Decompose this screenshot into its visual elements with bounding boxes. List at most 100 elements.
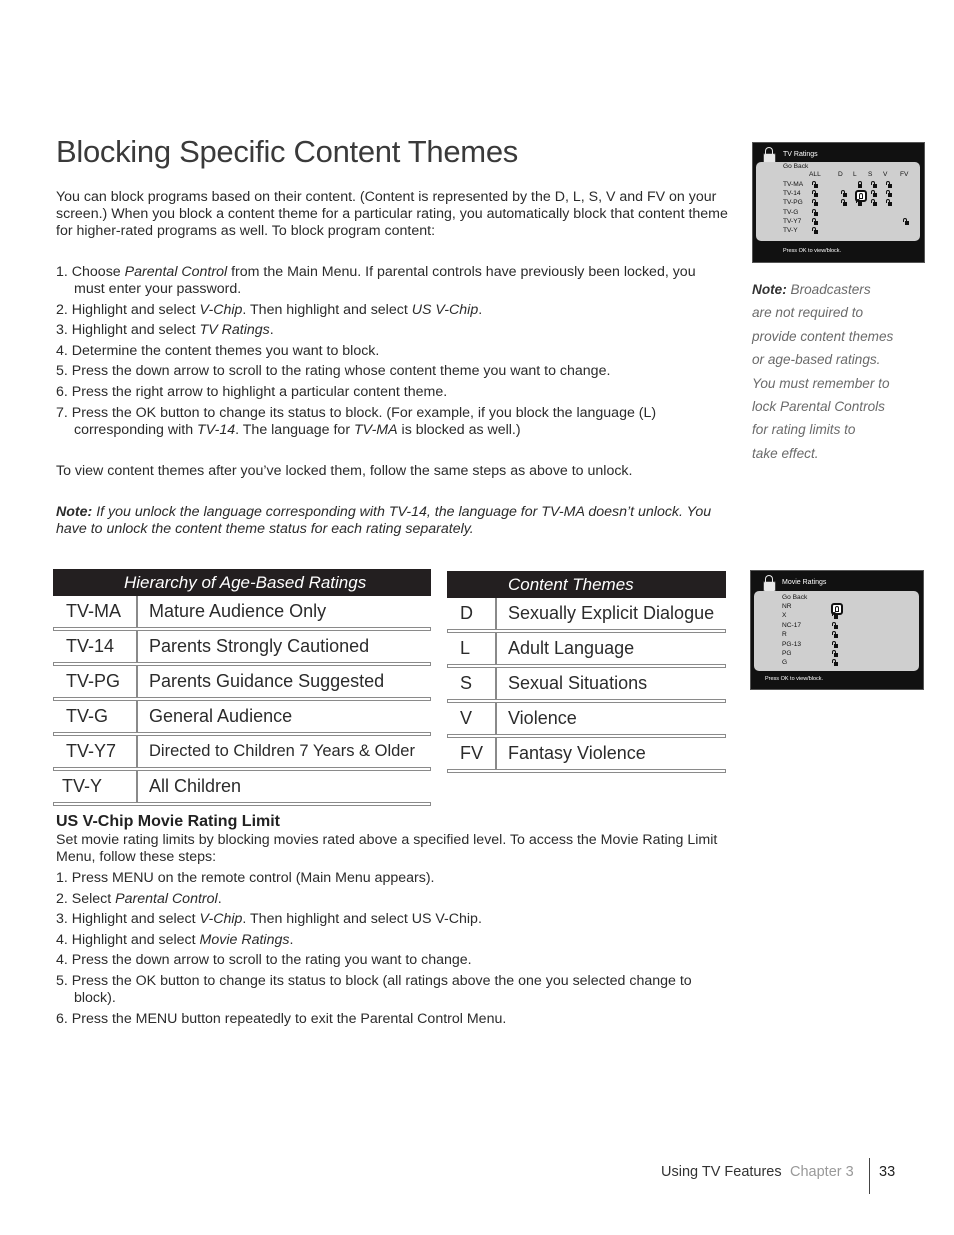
column-divider [136, 666, 138, 697]
footer-chapter: Chapter 3 [790, 1164, 854, 1180]
movie-ratings-screenshot: Movie Ratings Go Back NR X NC-17 R PG-13 PG G … [750, 570, 924, 690]
step-text: . [269, 322, 274, 339]
column-divider [136, 631, 138, 662]
movie-intro: Set movie rating limits by blocking movi… [56, 832, 718, 865]
rating-description: Parents Strongly Cautioned [149, 636, 370, 656]
side-note: Note: Broadcasters are not required to pro… [752, 278, 922, 465]
column-divider [495, 668, 497, 699]
rating-label: TV-MA [783, 181, 804, 188]
step-text: Parental Control [115, 890, 218, 907]
unlocked-lock-icon [841, 190, 847, 198]
rating-label: TV-Y [783, 227, 798, 234]
table-row: TV-Y7 Directed to Children 7 Years & Olde… [53, 736, 431, 767]
footer-divider [869, 1158, 870, 1194]
side-note-text: for rating limits to [752, 422, 856, 438]
rating-label: NR [782, 603, 792, 610]
table-row: TV-PG Parents Guidance Suggested [53, 666, 431, 697]
step-text: 4. Highlight and select [56, 931, 200, 948]
screen-title: Movie Ratings [782, 579, 827, 586]
unlocked-lock-icon [886, 199, 892, 207]
step-text: . Then highlight and select US V-Chip. [242, 911, 482, 928]
rating-code: TV-Y [62, 776, 103, 796]
note-text: If you unlock the language corresponding… [56, 504, 712, 537]
step-text: US V-Chip [411, 301, 479, 318]
rating-code: TV-14 [66, 636, 115, 656]
rating-label: X [782, 612, 787, 620]
step-text: TV Ratings [199, 322, 270, 339]
step-text: 6. Press the right arrow to highlight a … [56, 383, 448, 400]
content-themes-table: Content Themes D Sexually Explicit Dialog… [447, 571, 726, 773]
side-note-text: Broadcasters [786, 282, 871, 297]
step-text: 5. Press the down arrow to scroll to the… [56, 363, 611, 380]
side-note-text: or age-based ratings. [752, 352, 881, 368]
rating-label: G [782, 659, 788, 667]
side-note-line: or age-based ratings. [752, 348, 922, 371]
side-note-text: provide content themes [752, 328, 894, 344]
rating-description: Mature Audience Only [149, 601, 327, 621]
step-text: 6. Press the MENU button repeatedly to e… [56, 1010, 507, 1027]
rating-label: TV-14 [783, 190, 801, 198]
side-note-label: Note: [752, 282, 787, 297]
go-back-item: Go Back [782, 594, 808, 601]
step-text: 2. Highlight and select [56, 301, 200, 318]
unlocked-lock-icon [886, 190, 892, 198]
step-text: . [217, 890, 222, 907]
step-text: 3. Highlight and select [56, 911, 200, 928]
column-header: D [838, 171, 843, 178]
rating-code: V [460, 708, 473, 728]
rating-label: TV-Y7 [783, 217, 802, 225]
rating-description: Adult Language [508, 638, 635, 658]
movie-steps-list: 1. Press MENU on the remote control (Mai… [56, 870, 716, 1031]
unlocked-lock-icon [812, 190, 818, 198]
list-item: 5. Press the OK button to change its sta… [56, 973, 716, 1007]
rating-description: Parents Guidance Suggested [149, 671, 385, 691]
list-item: 6. Press the MENU button repeatedly to e… [56, 1011, 716, 1028]
rating-code: TV-G [66, 706, 109, 726]
column-divider [495, 738, 497, 769]
unlocked-lock-icon [871, 190, 877, 198]
side-note-line: lock Parental Controls [752, 395, 922, 418]
list-item: 3. Highlight and select TV Ratings. [56, 322, 716, 339]
table-header: Content Themes [447, 571, 726, 598]
rating-label: PG-13 [782, 640, 802, 648]
unlocked-lock-icon [871, 199, 877, 207]
rating-description: Sexual Situations [508, 673, 648, 693]
list-item: 6. Press the right arrow to highlight a … [56, 384, 716, 401]
unlocked-lock-icon [841, 199, 847, 207]
rating-code: TV-PG [66, 671, 121, 691]
table-header: Hierarchy of Age-Based Ratings [53, 569, 431, 596]
screen-title: TV Ratings [783, 151, 818, 158]
list-item: 2. Highlight and select V-Chip. Then hig… [56, 302, 716, 319]
list-item: 7. Press the OK button to change its sta… [56, 405, 716, 439]
step-text: is blocked as well.) [397, 421, 521, 438]
rating-code: FV [460, 743, 484, 763]
side-note-line: Note: Broadcasters [752, 278, 922, 301]
step-text: 2. Select [56, 890, 116, 907]
section-heading: US V-Chip Movie Rating Limit [56, 813, 281, 830]
note-label: Note: [56, 504, 93, 520]
column-divider [136, 701, 138, 732]
rating-code: L [460, 638, 471, 658]
step-text: Movie Ratings [199, 931, 290, 948]
list-item: 2. Select Parental Control. [56, 891, 716, 908]
step-text: 1. Press MENU on the remote control (Mai… [56, 870, 435, 886]
step-text: 4. Press the down arrow to scroll to the… [56, 952, 472, 969]
manual-page: Blocking Specific Content Themes You can… [0, 0, 954, 1235]
column-header: FV [900, 171, 909, 178]
step-text: V-Chip [199, 911, 243, 928]
page-number: 33 [879, 1164, 896, 1180]
table-row: TV-MA Mature Audience Only [53, 596, 431, 627]
unlocked-lock-icon [832, 631, 838, 639]
rating-label: R [782, 631, 787, 639]
unlocked-lock-icon [832, 621, 838, 629]
column-header: L [853, 171, 857, 178]
rating-code: TV-Y7 [66, 741, 117, 761]
side-note-text: You must remember to [752, 375, 890, 391]
rating-description: All Children [149, 776, 242, 796]
column-divider [136, 771, 138, 802]
step-text: Parental Control [124, 264, 228, 280]
list-item: 4. Press the down arrow to scroll to the… [56, 952, 716, 969]
go-back-item: Go Back [783, 163, 809, 170]
column-divider [136, 596, 138, 627]
ratings-panel: Go Back NR X NC-17 R PG-13 PG G [754, 591, 919, 671]
